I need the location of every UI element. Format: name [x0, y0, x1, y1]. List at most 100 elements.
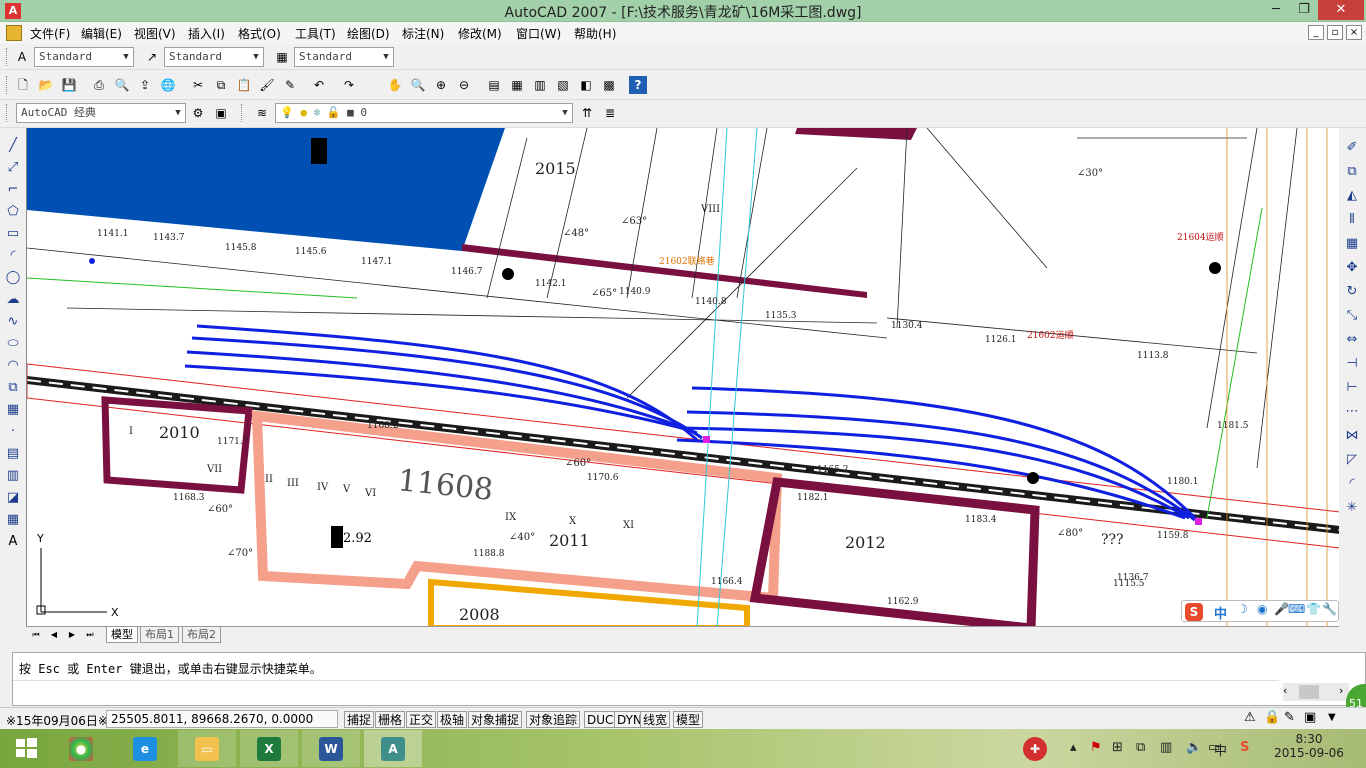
new-icon[interactable]: 🗋: [14, 76, 32, 94]
ellipse-icon[interactable]: ⬭: [3, 334, 23, 354]
sheet-set-icon[interactable]: ▧: [554, 76, 572, 94]
tray-app-icon[interactable]: ⧉: [1136, 740, 1145, 755]
menu-file[interactable]: 文件(F): [30, 25, 70, 42]
otrack-toggle[interactable]: 对象追踪: [526, 711, 581, 728]
zoom-window-icon[interactable]: ⊕: [432, 76, 450, 94]
layer-manager-icon[interactable]: ≋: [253, 104, 271, 122]
markup-icon[interactable]: ◧: [577, 76, 595, 94]
construction-line-icon[interactable]: ⤢: [3, 158, 23, 178]
sogou-tray-icon[interactable]: S: [1240, 740, 1249, 755]
paste-icon[interactable]: 📋: [235, 76, 253, 94]
hatch-icon[interactable]: ▤: [3, 444, 23, 464]
offset-icon[interactable]: ⫴: [1342, 210, 1362, 230]
taskbar-app-360-safe[interactable]: ✚: [1006, 730, 1064, 767]
mdi-minimize-button[interactable]: _: [1308, 25, 1324, 40]
revision-cloud-icon[interactable]: ☁: [3, 290, 23, 310]
scroll-left-icon[interactable]: ‹: [1283, 684, 1287, 697]
flag-icon[interactable]: ⚑: [1090, 740, 1102, 755]
arc-icon[interactable]: ◜: [3, 246, 23, 266]
copy-icon[interactable]: ⧉: [212, 76, 230, 94]
toolbar-grip[interactable]: [6, 104, 9, 122]
menu-help[interactable]: 帮助(H): [574, 25, 616, 42]
taskbar-app-360[interactable]: ●: [52, 730, 110, 767]
close-button[interactable]: ✕: [1318, 0, 1364, 20]
tab-layout2[interactable]: 布局2: [182, 627, 221, 643]
text-style-select[interactable]: Standard ▼: [34, 47, 134, 67]
show-hidden-icons-icon[interactable]: ▴: [1070, 740, 1077, 755]
toolbar-grip[interactable]: [6, 76, 9, 94]
menu-format[interactable]: 格式(O): [238, 25, 281, 42]
volume-icon[interactable]: 🔈: [1186, 740, 1202, 755]
dim-style-icon[interactable]: ↗: [143, 48, 161, 66]
coordinate-readout[interactable]: 25505.8011, 89668.2670, 0.0000: [106, 710, 338, 728]
network-icon[interactable]: ▥: [1160, 740, 1172, 755]
last-tab-button[interactable]: ⏭: [84, 629, 96, 641]
circle-icon[interactable]: ◯: [3, 268, 23, 288]
taskbar-app-ie[interactable]: e: [116, 730, 174, 767]
taskbar-app-explorer[interactable]: ▭: [178, 730, 236, 767]
clock[interactable]: 8:30 2015-09-06: [1264, 732, 1354, 760]
chamfer-icon[interactable]: ◸: [1342, 450, 1362, 470]
design-center-icon[interactable]: ▦: [508, 76, 526, 94]
ime-toolbar[interactable]: S 中 ☽ ◉ 🎤 ⌨ 👕 🔧: [1181, 600, 1339, 622]
grid-toggle[interactable]: 栅格: [375, 711, 406, 728]
lock-toolbars-icon[interactable]: 🔒: [1264, 710, 1280, 725]
voice-icon[interactable]: 🎤: [1274, 602, 1289, 616]
mirror-icon[interactable]: ◭: [1342, 186, 1362, 206]
half-width-icon[interactable]: ☽: [1237, 602, 1248, 616]
lineweight-toggle[interactable]: 线宽: [640, 711, 671, 728]
ime-indicator[interactable]: 中: [1214, 740, 1227, 759]
extend-icon[interactable]: ⊢: [1342, 378, 1362, 398]
prev-tab-button[interactable]: ◀: [48, 629, 60, 641]
first-tab-button[interactable]: ⏮: [30, 629, 42, 641]
redo-icon[interactable]: ↷: [340, 76, 358, 94]
command-scrollbar[interactable]: ‹ ›: [1283, 683, 1349, 701]
join-icon[interactable]: ⋈: [1342, 426, 1362, 446]
table-style-select[interactable]: Standard ▼: [294, 47, 394, 67]
clean-screen-icon[interactable]: ▣: [1304, 710, 1316, 725]
menu-draw[interactable]: 绘图(D): [347, 25, 390, 42]
rectangle-icon[interactable]: ▭: [3, 224, 23, 244]
model-toggle[interactable]: 模型: [673, 711, 704, 728]
punctuation-icon[interactable]: ◉: [1257, 602, 1267, 616]
windows-update-icon[interactable]: ⊞: [1112, 740, 1123, 755]
workspace-settings-icon[interactable]: ⚙: [189, 104, 207, 122]
print-preview-icon[interactable]: 🔍: [113, 76, 131, 94]
command-line-input[interactable]: [13, 680, 1279, 704]
move-icon[interactable]: ✥: [1342, 258, 1362, 278]
save-icon[interactable]: 💾: [60, 76, 78, 94]
snap-toggle[interactable]: 捕捉: [344, 711, 375, 728]
open-icon[interactable]: 📂: [37, 76, 55, 94]
polar-toggle[interactable]: 极轴: [437, 711, 468, 728]
cut-icon[interactable]: ✂: [189, 76, 207, 94]
zoom-realtime-icon[interactable]: 🔍: [409, 76, 427, 94]
menu-insert[interactable]: 插入(I): [188, 25, 225, 42]
command-window[interactable]: 按 Esc 或 Enter 键退出，或单击右键显示快捷菜单。 ‹ ›: [12, 652, 1366, 706]
line-icon[interactable]: ╱: [3, 136, 23, 156]
drawing-canvas[interactable]: Y X 2015 2010 2012 2011 2008 21602联络巷 21604运顺 2…: [26, 128, 1339, 628]
scroll-thumb[interactable]: [1299, 685, 1319, 699]
ime-mode-label[interactable]: 中: [1214, 603, 1227, 622]
block-editor-icon[interactable]: ✎: [281, 76, 299, 94]
dim-style-select[interactable]: Standard ▼: [164, 47, 264, 67]
scale-icon[interactable]: ⤡: [1342, 306, 1362, 326]
minimize-button[interactable]: ─: [1262, 0, 1290, 20]
annotation-icon[interactable]: ✎: [1284, 710, 1295, 725]
insert-block-icon[interactable]: ⧉: [3, 378, 23, 398]
help-icon[interactable]: ?: [629, 76, 647, 94]
print-icon[interactable]: ⎙: [90, 76, 108, 94]
erase-icon[interactable]: ✐: [1342, 138, 1362, 158]
next-tab-button[interactable]: ▶: [66, 629, 78, 641]
rotate-icon[interactable]: ↻: [1342, 282, 1362, 302]
gradient-icon[interactable]: ▥: [3, 466, 23, 486]
region-icon[interactable]: ◪: [3, 488, 23, 508]
tools-icon[interactable]: 🔧: [1322, 602, 1337, 616]
fillet-icon[interactable]: ◜: [1342, 474, 1362, 494]
ortho-toggle[interactable]: 正交: [406, 711, 437, 728]
menu-edit[interactable]: 编辑(E): [81, 25, 122, 42]
undo-icon[interactable]: ↶: [310, 76, 328, 94]
text-style-icon[interactable]: A: [13, 48, 31, 66]
make-block-icon[interactable]: ▦: [3, 400, 23, 420]
zoom-previous-icon[interactable]: ⊖: [455, 76, 473, 94]
properties-icon[interactable]: ▤: [485, 76, 503, 94]
